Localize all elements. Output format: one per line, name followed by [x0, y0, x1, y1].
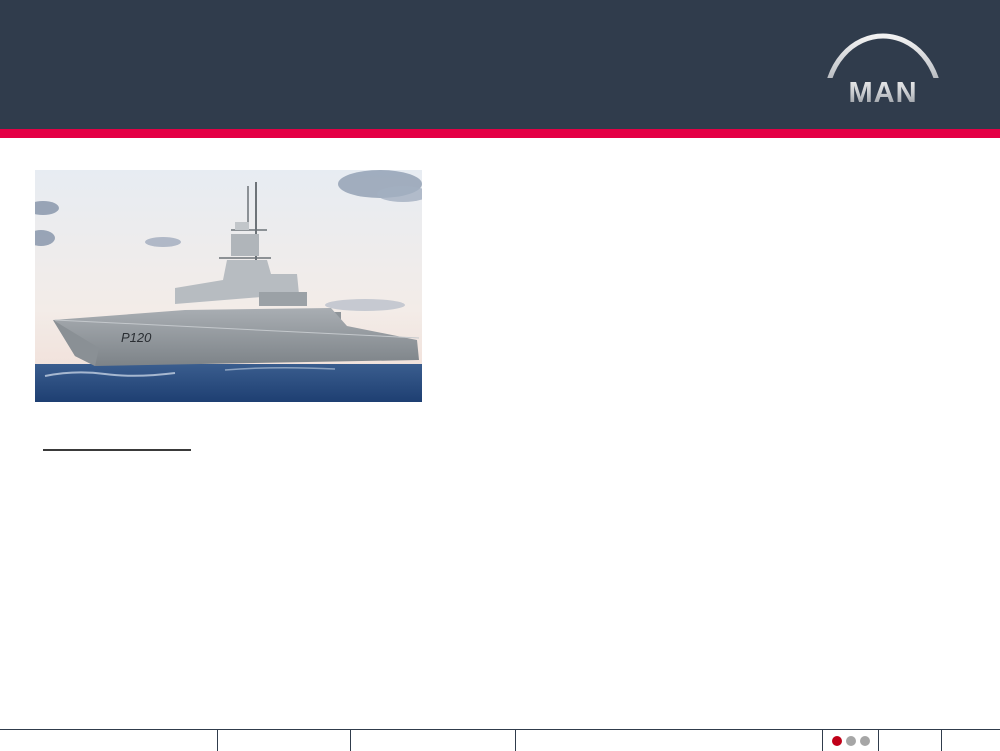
footer-bar — [0, 729, 1000, 751]
man-logo: MAN — [822, 33, 944, 108]
header-accent-stripe — [0, 129, 1000, 138]
footer-divider — [878, 730, 879, 751]
footer-divider — [350, 730, 351, 751]
footer-divider — [515, 730, 516, 751]
page-dot-active[interactable] — [832, 736, 842, 746]
footer-divider — [217, 730, 218, 751]
hull-number: P120 — [121, 330, 152, 345]
logo-text: MAN — [848, 77, 917, 108]
ship-photo: P120 — [35, 170, 422, 402]
page-dot[interactable] — [846, 736, 856, 746]
heading-underline — [43, 449, 191, 451]
footer-divider — [941, 730, 942, 751]
footer-divider — [822, 730, 823, 751]
page-dot[interactable] — [860, 736, 870, 746]
